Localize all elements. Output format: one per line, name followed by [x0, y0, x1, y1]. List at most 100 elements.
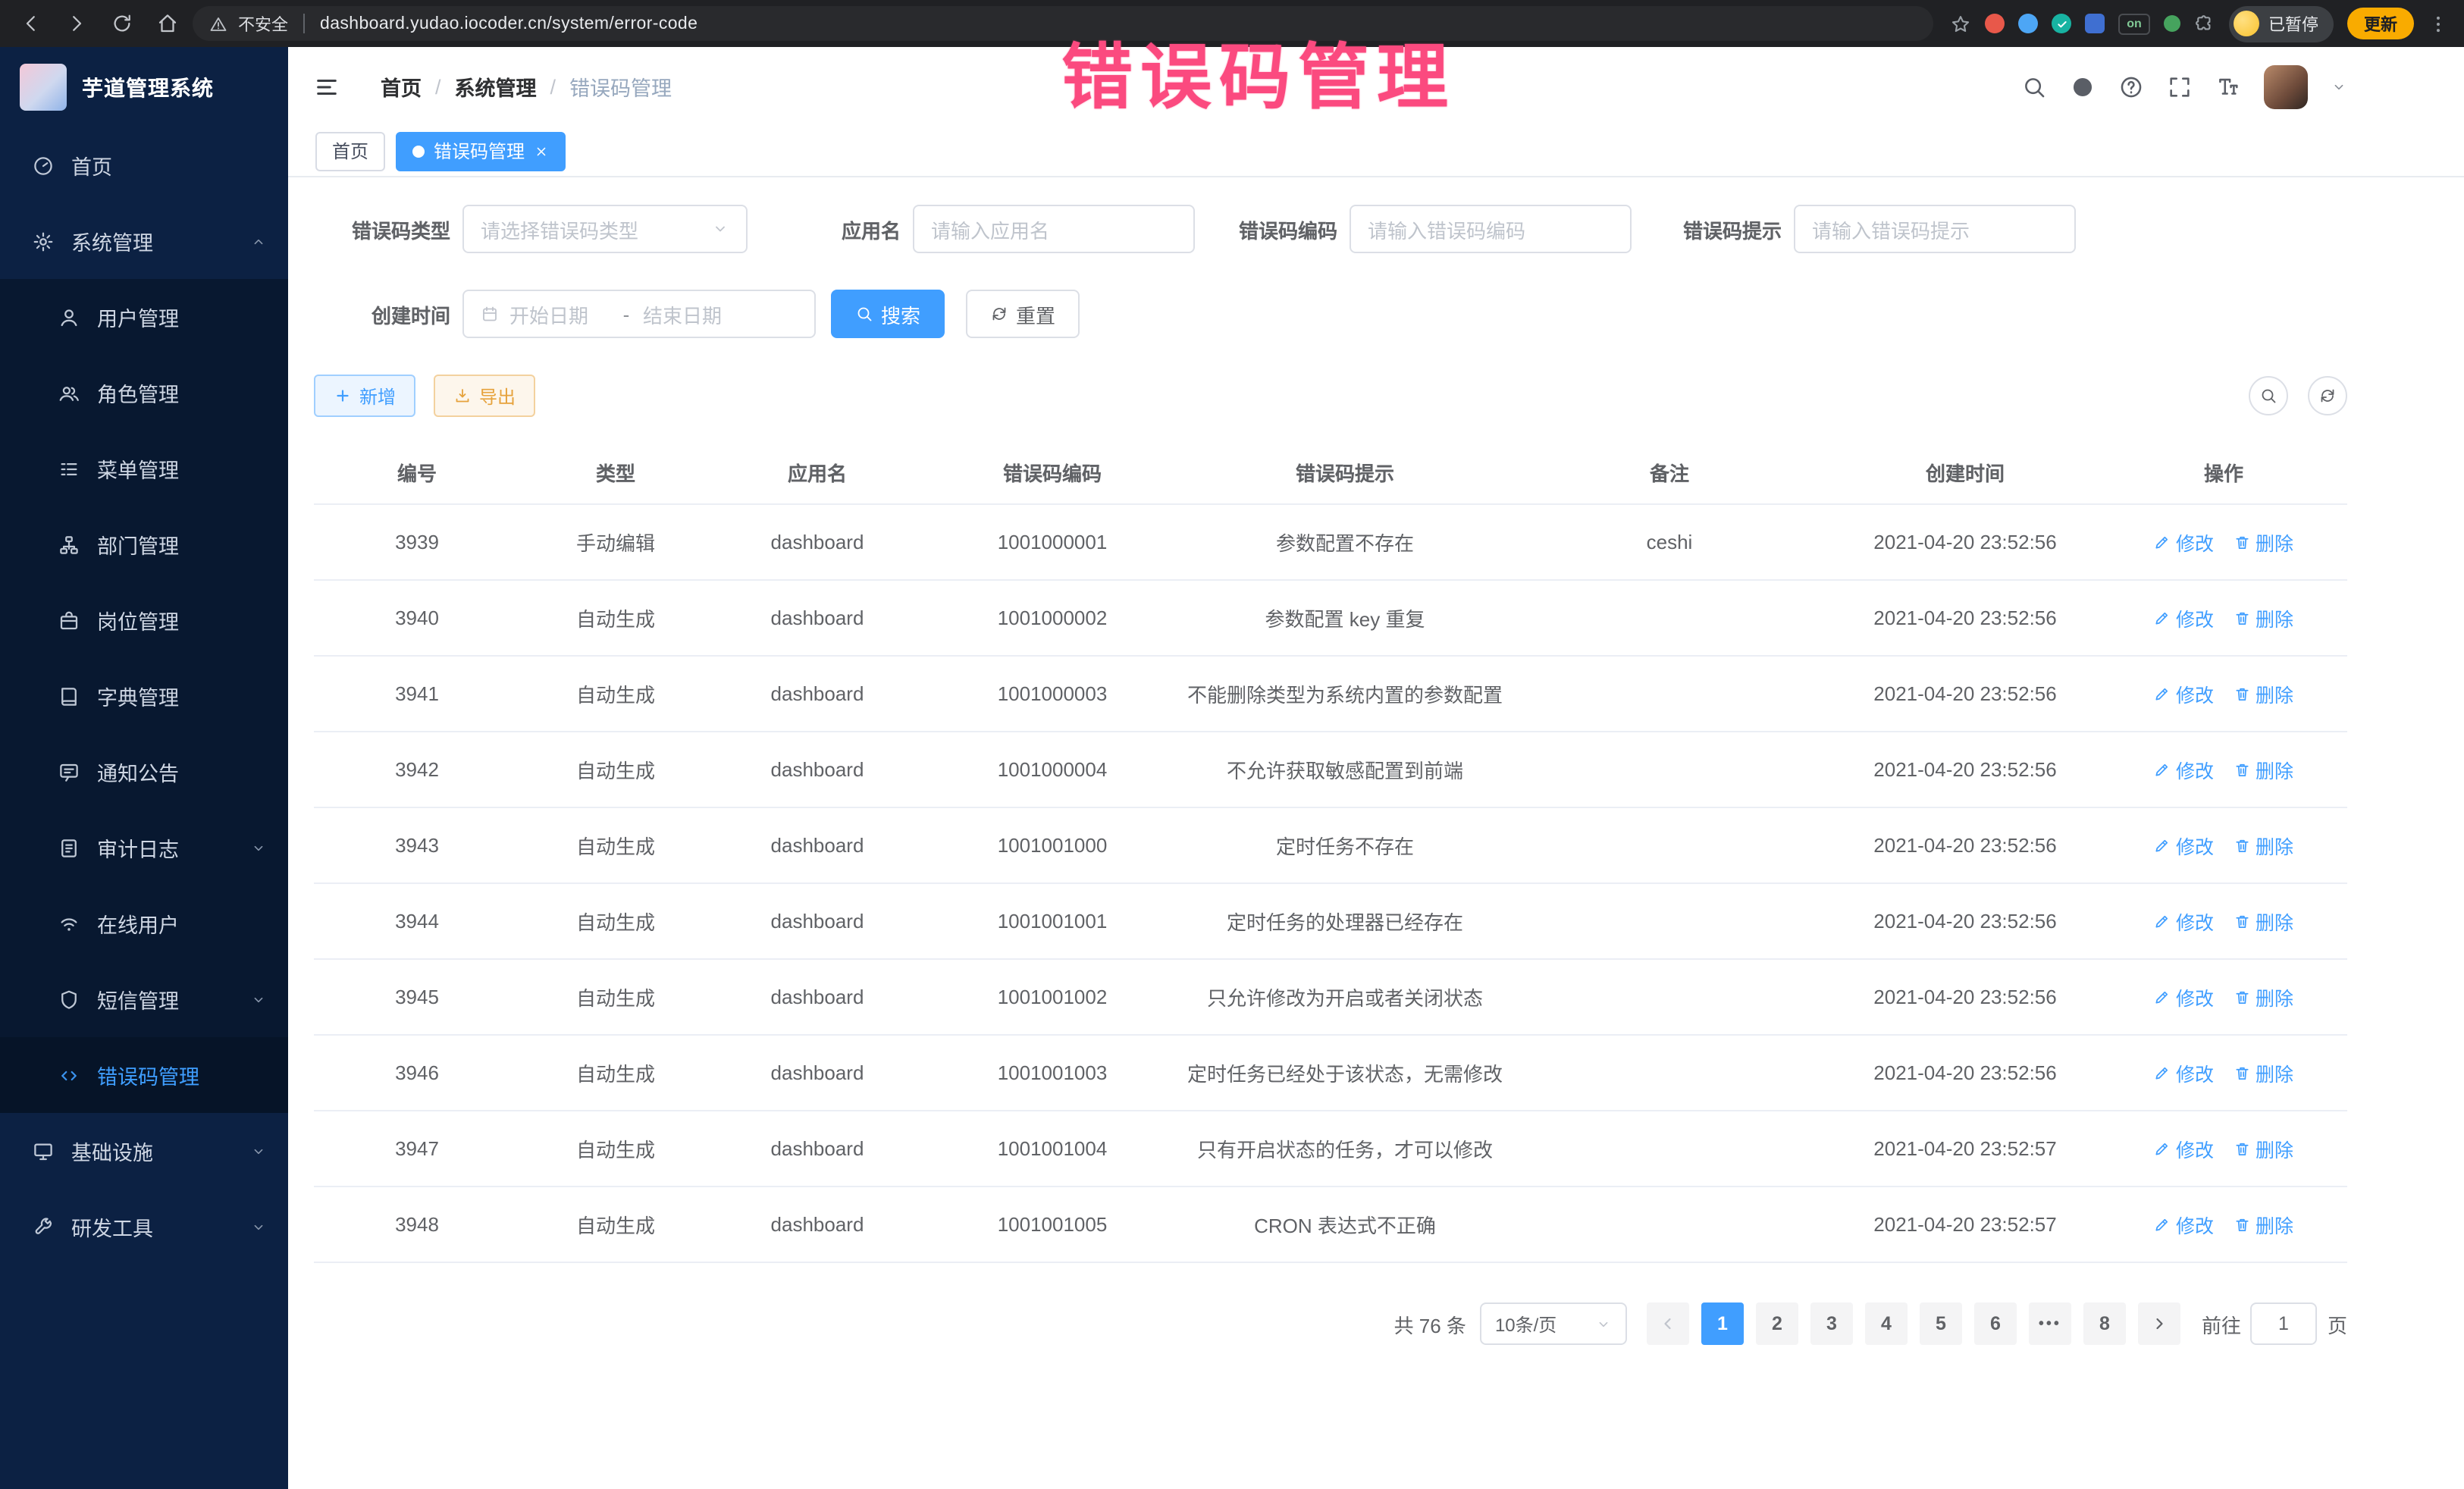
extension-icon[interactable] [2085, 14, 2105, 33]
extensions-puzzle-icon[interactable] [2194, 13, 2215, 34]
toggle-search-button[interactable] [2249, 376, 2288, 415]
row-code: 1001000001 [923, 504, 1181, 580]
extension-icon[interactable] [2164, 15, 2180, 32]
edit-link[interactable]: 修改 [2154, 1058, 2214, 1087]
app-name-input[interactable]: 请输入应用名 [913, 205, 1195, 253]
sidebar-toggle-icon[interactable] [314, 74, 340, 99]
profile-chip[interactable]: 已暂停 [2229, 5, 2334, 42]
edit-link-label: 修改 [2176, 1134, 2214, 1163]
reset-button[interactable]: 重置 [966, 290, 1080, 338]
date-range-picker[interactable]: 开始日期 - 结束日期 [462, 290, 816, 338]
edit-link[interactable]: 修改 [2154, 1210, 2214, 1239]
edit-icon [2154, 837, 2171, 854]
extension-on-badge[interactable]: on [2118, 13, 2150, 34]
delete-link[interactable]: 删除 [2234, 528, 2293, 556]
tab-error-code[interactable]: 错误码管理 [396, 131, 566, 171]
error-code-input[interactable]: 请输入错误码编码 [1350, 205, 1632, 253]
add-button[interactable]: 新增 [314, 375, 415, 417]
goto-page-input[interactable]: 1 [2250, 1302, 2317, 1345]
edit-link[interactable]: 修改 [2154, 907, 2214, 936]
fullscreen-icon[interactable] [2167, 74, 2193, 99]
edit-link[interactable]: 修改 [2154, 1134, 2214, 1163]
row-actions: 修改删除 [2100, 1035, 2347, 1111]
breadcrumb-system[interactable]: 系统管理 [455, 71, 537, 102]
tab-home[interactable]: 首页 [315, 131, 385, 171]
sidebar-item-role[interactable]: 角色管理 [0, 355, 288, 431]
trash-icon [2234, 685, 2251, 703]
edit-link[interactable]: 修改 [2154, 528, 2214, 556]
delete-link[interactable]: 删除 [2234, 1134, 2293, 1163]
avatar-caret-icon[interactable] [2331, 78, 2347, 95]
edit-link[interactable]: 修改 [2154, 755, 2214, 784]
edit-link[interactable]: 修改 [2154, 831, 2214, 860]
address-bar[interactable]: 不安全 dashboard.yudao.iocoder.cn/system/er… [193, 6, 1933, 41]
delete-link[interactable]: 删除 [2234, 1210, 2293, 1239]
sidebar-item-notice[interactable]: 通知公告 [0, 734, 288, 810]
sidebar-item-menu[interactable]: 菜单管理 [0, 431, 288, 506]
reload-icon[interactable] [111, 12, 133, 35]
sidebar-item-audit-log[interactable]: 审计日志 [0, 810, 288, 886]
sidebar-item-post[interactable]: 岗位管理 [0, 582, 288, 658]
page-button-6[interactable]: 6 [1974, 1302, 2017, 1345]
bookmark-star-icon[interactable] [1950, 13, 1971, 34]
error-msg-input[interactable]: 请输入错误码提示 [1794, 205, 2076, 253]
security-warning-icon[interactable] [209, 14, 227, 33]
extension-check-icon[interactable] [2052, 14, 2071, 33]
sidebar-submenu: 用户管理角色管理菜单管理部门管理岗位管理字典管理通知公告审计日志在线用户短信管理… [0, 279, 288, 1113]
user-avatar[interactable] [2264, 64, 2308, 108]
menu-icon [58, 457, 80, 480]
delete-link[interactable]: 删除 [2234, 831, 2293, 860]
close-tab-icon[interactable] [534, 143, 549, 158]
page-button-8[interactable]: 8 [2083, 1302, 2126, 1345]
screen: 不安全 dashboard.yudao.iocoder.cn/system/er… [0, 0, 2464, 1489]
edit-link[interactable]: 修改 [2154, 679, 2214, 708]
back-icon[interactable] [20, 12, 42, 35]
sidebar-item-sms[interactable]: 短信管理 [0, 961, 288, 1037]
sidebar-item-infra[interactable]: 基础设施 [0, 1113, 288, 1189]
sidebar-item-dev-tools[interactable]: 研发工具 [0, 1189, 288, 1265]
delete-link[interactable]: 删除 [2234, 907, 2293, 936]
page-size-select[interactable]: 10条/页 [1480, 1302, 1627, 1345]
refresh-table-button[interactable] [2308, 376, 2347, 415]
sidebar-item-home[interactable]: 首页 [0, 127, 288, 203]
breadcrumb-home[interactable]: 首页 [381, 71, 422, 102]
app-logo[interactable]: 芋道管理系统 [0, 47, 288, 127]
sidebar-item-dict[interactable]: 字典管理 [0, 658, 288, 734]
page-button-5[interactable]: 5 [1920, 1302, 1962, 1345]
search-icon[interactable] [2021, 74, 2047, 99]
page-button-2[interactable]: 2 [1756, 1302, 1798, 1345]
browser-menu-icon[interactable] [2428, 13, 2449, 34]
page-button-3[interactable]: 3 [1810, 1302, 1853, 1345]
help-icon[interactable] [2118, 74, 2144, 99]
page-button-4[interactable]: 4 [1865, 1302, 1908, 1345]
sidebar-item-user[interactable]: 用户管理 [0, 279, 288, 355]
delete-link[interactable]: 删除 [2234, 679, 2293, 708]
delete-link[interactable]: 删除 [2234, 603, 2293, 632]
sidebar-item-error-code[interactable]: 错误码管理 [0, 1037, 288, 1113]
page-button-1[interactable]: 1 [1701, 1302, 1744, 1345]
sidebar-item-online-user[interactable]: 在线用户 [0, 886, 288, 961]
sidebar-item-system[interactable]: 系统管理 [0, 203, 288, 279]
delete-link[interactable]: 删除 [2234, 755, 2293, 784]
filter-row-2: 创建时间 开始日期 - 结束日期 搜索 重置 [314, 290, 2347, 338]
forward-icon[interactable] [65, 12, 88, 35]
edit-link[interactable]: 修改 [2154, 603, 2214, 632]
sidebar-item-dept[interactable]: 部门管理 [0, 506, 288, 582]
delete-link[interactable]: 删除 [2234, 1058, 2293, 1087]
search-button[interactable]: 搜索 [831, 290, 945, 338]
delete-link[interactable]: 删除 [2234, 983, 2293, 1011]
export-button[interactable]: 导出 [434, 375, 535, 417]
filter-label-date: 创建时间 [344, 299, 450, 328]
goto-label: 前往 [2202, 1309, 2241, 1338]
next-page-button[interactable] [2138, 1302, 2180, 1345]
edit-link[interactable]: 修改 [2154, 983, 2214, 1011]
extension-icon[interactable] [1985, 14, 2005, 33]
font-size-icon[interactable] [2215, 74, 2241, 99]
error-type-select[interactable]: 请选择错误码类型 [462, 205, 748, 253]
home-icon[interactable] [156, 12, 179, 35]
page-more-button[interactable]: ••• [2029, 1302, 2071, 1345]
prev-page-button[interactable] [1647, 1302, 1689, 1345]
update-button[interactable]: 更新 [2347, 8, 2414, 39]
github-icon[interactable] [2070, 74, 2096, 99]
extension-icon[interactable] [2018, 14, 2038, 33]
